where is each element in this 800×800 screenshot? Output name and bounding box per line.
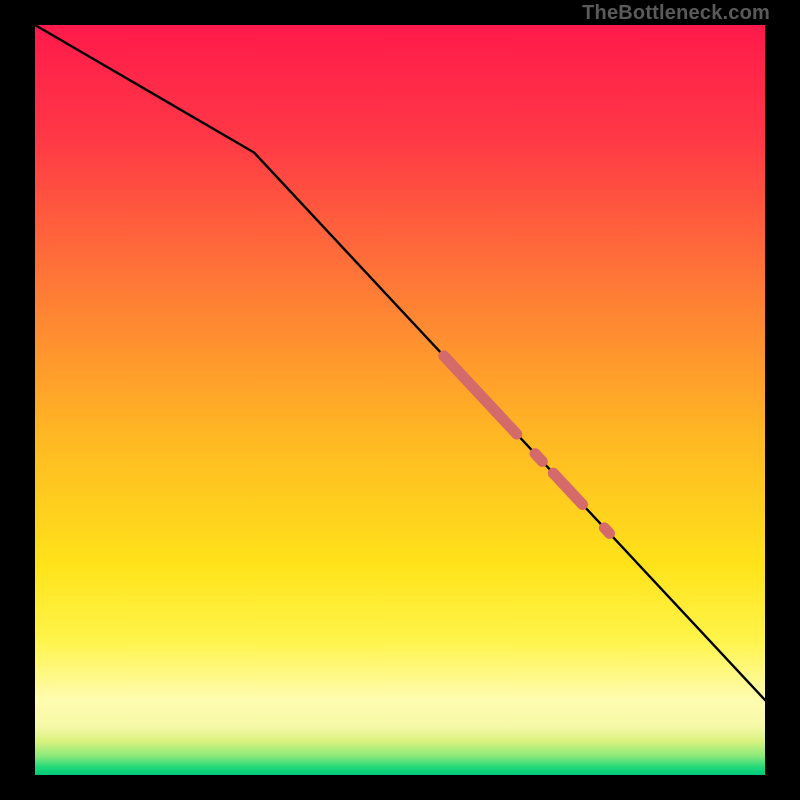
chart-background bbox=[35, 25, 765, 775]
chart-stage: TheBottleneck.com bbox=[0, 0, 800, 800]
watermark-text: TheBottleneck.com bbox=[582, 2, 770, 25]
chart-highlight-segment-3 bbox=[604, 528, 609, 533]
chart-highlight-segment-1 bbox=[535, 454, 542, 462]
chart-plot-area bbox=[35, 25, 765, 775]
chart-svg bbox=[35, 25, 765, 775]
